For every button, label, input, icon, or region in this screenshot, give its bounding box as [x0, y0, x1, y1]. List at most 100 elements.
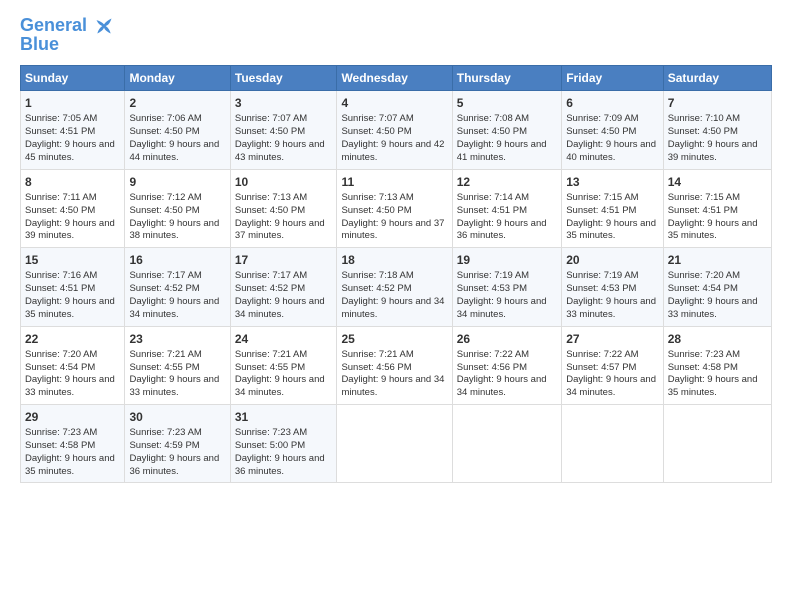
daylight-text: Daylight: 9 hours and 36 minutes.: [457, 218, 547, 242]
daylight-text: Daylight: 9 hours and 35 minutes.: [668, 218, 758, 242]
logo-blue: Blue: [20, 34, 114, 55]
daylight-text: Daylight: 9 hours and 33 minutes.: [668, 296, 758, 320]
days-header-row: SundayMondayTuesdayWednesdayThursdayFrid…: [21, 66, 772, 91]
calendar-cell: 24Sunrise: 7:21 AMSunset: 4:55 PMDayligh…: [230, 326, 337, 404]
calendar-cell: 6Sunrise: 7:09 AMSunset: 4:50 PMDaylight…: [562, 91, 663, 169]
sunrise-text: Sunrise: 7:23 AM: [235, 427, 307, 438]
sunrise-text: Sunrise: 7:15 AM: [566, 192, 638, 203]
day-header-thursday: Thursday: [452, 66, 561, 91]
day-number: 19: [457, 252, 557, 268]
day-number: 6: [566, 95, 658, 111]
sunset-text: Sunset: 4:50 PM: [129, 126, 199, 137]
calendar-cell: 9 Sunrise: 7:12 AM Sunset: 4:50 PM Daylight…: [125, 169, 230, 247]
calendar-cell: 4Sunrise: 7:07 AMSunset: 4:50 PMDaylight…: [337, 91, 452, 169]
sunrise-text: Sunrise: 7:16 AM: [25, 270, 97, 281]
calendar-cell: 28Sunrise: 7:23 AMSunset: 4:58 PMDayligh…: [663, 326, 771, 404]
calendar-cell: 2Sunrise: 7:06 AMSunset: 4:50 PMDaylight…: [125, 91, 230, 169]
sunset-text: Sunset: 4:55 PM: [129, 362, 199, 373]
calendar-cell: 22Sunrise: 7:20 AMSunset: 4:54 PMDayligh…: [21, 326, 125, 404]
page: General Blue SundayMondayTuesdayWednesda…: [0, 0, 792, 612]
calendar-cell: 13Sunrise: 7:15 AMSunset: 4:51 PMDayligh…: [562, 169, 663, 247]
sunrise-text: Sunrise: 7:19 AM: [457, 270, 529, 281]
sunset-text: Sunset: 4:50 PM: [457, 126, 527, 137]
sunset-text: Sunset: 4:54 PM: [668, 283, 738, 294]
calendar-table: SundayMondayTuesdayWednesdayThursdayFrid…: [20, 65, 772, 483]
day-number: 7: [668, 95, 767, 111]
calendar-cell: 25Sunrise: 7:21 AMSunset: 4:56 PMDayligh…: [337, 326, 452, 404]
sunset-text: Sunset: 4:58 PM: [25, 440, 95, 451]
day-number: 24: [235, 331, 333, 347]
day-number: 10: [235, 174, 333, 190]
day-number: 5: [457, 95, 557, 111]
day-number: 18: [341, 252, 447, 268]
calendar-cell: 18Sunrise: 7:18 AMSunset: 4:52 PMDayligh…: [337, 248, 452, 326]
calendar-cell: 16Sunrise: 7:17 AMSunset: 4:52 PMDayligh…: [125, 248, 230, 326]
day-number: 14: [668, 174, 767, 190]
calendar-cell: 8Sunrise: 7:11 AMSunset: 4:50 PMDaylight…: [21, 169, 125, 247]
calendar-week-4: 29 Sunrise: 7:23 AM Sunset: 4:58 PM Dayligh…: [21, 405, 772, 483]
daylight-text: Daylight: 9 hours and 36 minutes.: [235, 453, 325, 477]
day-number: 31: [235, 409, 333, 425]
daylight-text: Daylight: 9 hours and 45 minutes.: [25, 139, 115, 163]
day-header-saturday: Saturday: [663, 66, 771, 91]
logo-text: General: [20, 16, 114, 36]
day-header-friday: Friday: [562, 66, 663, 91]
calendar-cell: 19 Sunrise: 7:19 AM Sunset: 4:53 PM Dayligh…: [452, 248, 561, 326]
daylight-text: Daylight: 9 hours and 42 minutes.: [341, 139, 444, 163]
daylight-text: Daylight: 9 hours and 34 minutes.: [457, 296, 547, 320]
sunset-text: Sunset: 4:56 PM: [457, 362, 527, 373]
day-number: 2: [129, 95, 225, 111]
day-number: 1: [25, 95, 120, 111]
sunrise-text: Sunrise: 7:21 AM: [235, 349, 307, 360]
sunrise-text: Sunrise: 7:19 AM: [566, 270, 638, 281]
day-number: 21: [668, 252, 767, 268]
sunrise-text: Sunrise: 7:15 AM: [668, 192, 740, 203]
day-header-wednesday: Wednesday: [337, 66, 452, 91]
sunrise-text: Sunrise: 7:22 AM: [566, 349, 638, 360]
day-number: 17: [235, 252, 333, 268]
calendar-cell: 7Sunrise: 7:10 AMSunset: 4:50 PMDaylight…: [663, 91, 771, 169]
calendar-cell: 20Sunrise: 7:19 AMSunset: 4:53 PMDayligh…: [562, 248, 663, 326]
sunset-text: Sunset: 4:51 PM: [566, 205, 636, 216]
daylight-text: Daylight: 9 hours and 34 minutes.: [235, 374, 325, 398]
sunset-text: Sunset: 4:50 PM: [341, 205, 411, 216]
sunset-text: Sunset: 4:50 PM: [129, 205, 199, 216]
sunset-text: Sunset: 4:54 PM: [25, 362, 95, 373]
sunset-text: Sunset: 4:52 PM: [129, 283, 199, 294]
sunrise-text: Sunrise: 7:22 AM: [457, 349, 529, 360]
day-number: 9: [129, 174, 225, 190]
sunset-text: Sunset: 4:50 PM: [235, 126, 305, 137]
logo: General Blue: [20, 16, 114, 55]
daylight-text: Daylight: 9 hours and 38 minutes.: [129, 218, 219, 242]
daylight-text: Daylight: 9 hours and 33 minutes.: [566, 296, 656, 320]
day-header-monday: Monday: [125, 66, 230, 91]
sunset-text: Sunset: 5:00 PM: [235, 440, 305, 451]
sunrise-text: Sunrise: 7:12 AM: [129, 192, 201, 203]
calendar-week-3: 22Sunrise: 7:20 AMSunset: 4:54 PMDayligh…: [21, 326, 772, 404]
calendar-week-0: 1Sunrise: 7:05 AMSunset: 4:51 PMDaylight…: [21, 91, 772, 169]
daylight-text: Daylight: 9 hours and 34 minutes.: [129, 296, 219, 320]
sunset-text: Sunset: 4:53 PM: [457, 283, 527, 294]
calendar-cell: 14Sunrise: 7:15 AMSunset: 4:51 PMDayligh…: [663, 169, 771, 247]
sunrise-text: Sunrise: 7:13 AM: [235, 192, 307, 203]
calendar-cell: 17Sunrise: 7:17 AMSunset: 4:52 PMDayligh…: [230, 248, 337, 326]
day-number: 23: [129, 331, 225, 347]
day-number: 26: [457, 331, 557, 347]
sunrise-text: Sunrise: 7:13 AM: [341, 192, 413, 203]
sunset-text: Sunset: 4:52 PM: [235, 283, 305, 294]
calendar-cell: 23Sunrise: 7:21 AMSunset: 4:55 PMDayligh…: [125, 326, 230, 404]
daylight-text: Daylight: 9 hours and 39 minutes.: [668, 139, 758, 163]
daylight-text: Daylight: 9 hours and 39 minutes.: [25, 218, 115, 242]
calendar-cell: [452, 405, 561, 483]
day-number: 29: [25, 409, 120, 425]
daylight-text: Daylight: 9 hours and 35 minutes.: [25, 453, 115, 477]
calendar-cell: 31 Sunrise: 7:23 AM Sunset: 5:00 PM Dayligh…: [230, 405, 337, 483]
sunrise-text: Sunrise: 7:07 AM: [341, 113, 413, 124]
day-number: 25: [341, 331, 447, 347]
sunset-text: Sunset: 4:58 PM: [668, 362, 738, 373]
sunset-text: Sunset: 4:56 PM: [341, 362, 411, 373]
daylight-text: Daylight: 9 hours and 35 minutes.: [566, 218, 656, 242]
calendar-cell: 21Sunrise: 7:20 AMSunset: 4:54 PMDayligh…: [663, 248, 771, 326]
day-number: 3: [235, 95, 333, 111]
sunrise-text: Sunrise: 7:17 AM: [129, 270, 201, 281]
